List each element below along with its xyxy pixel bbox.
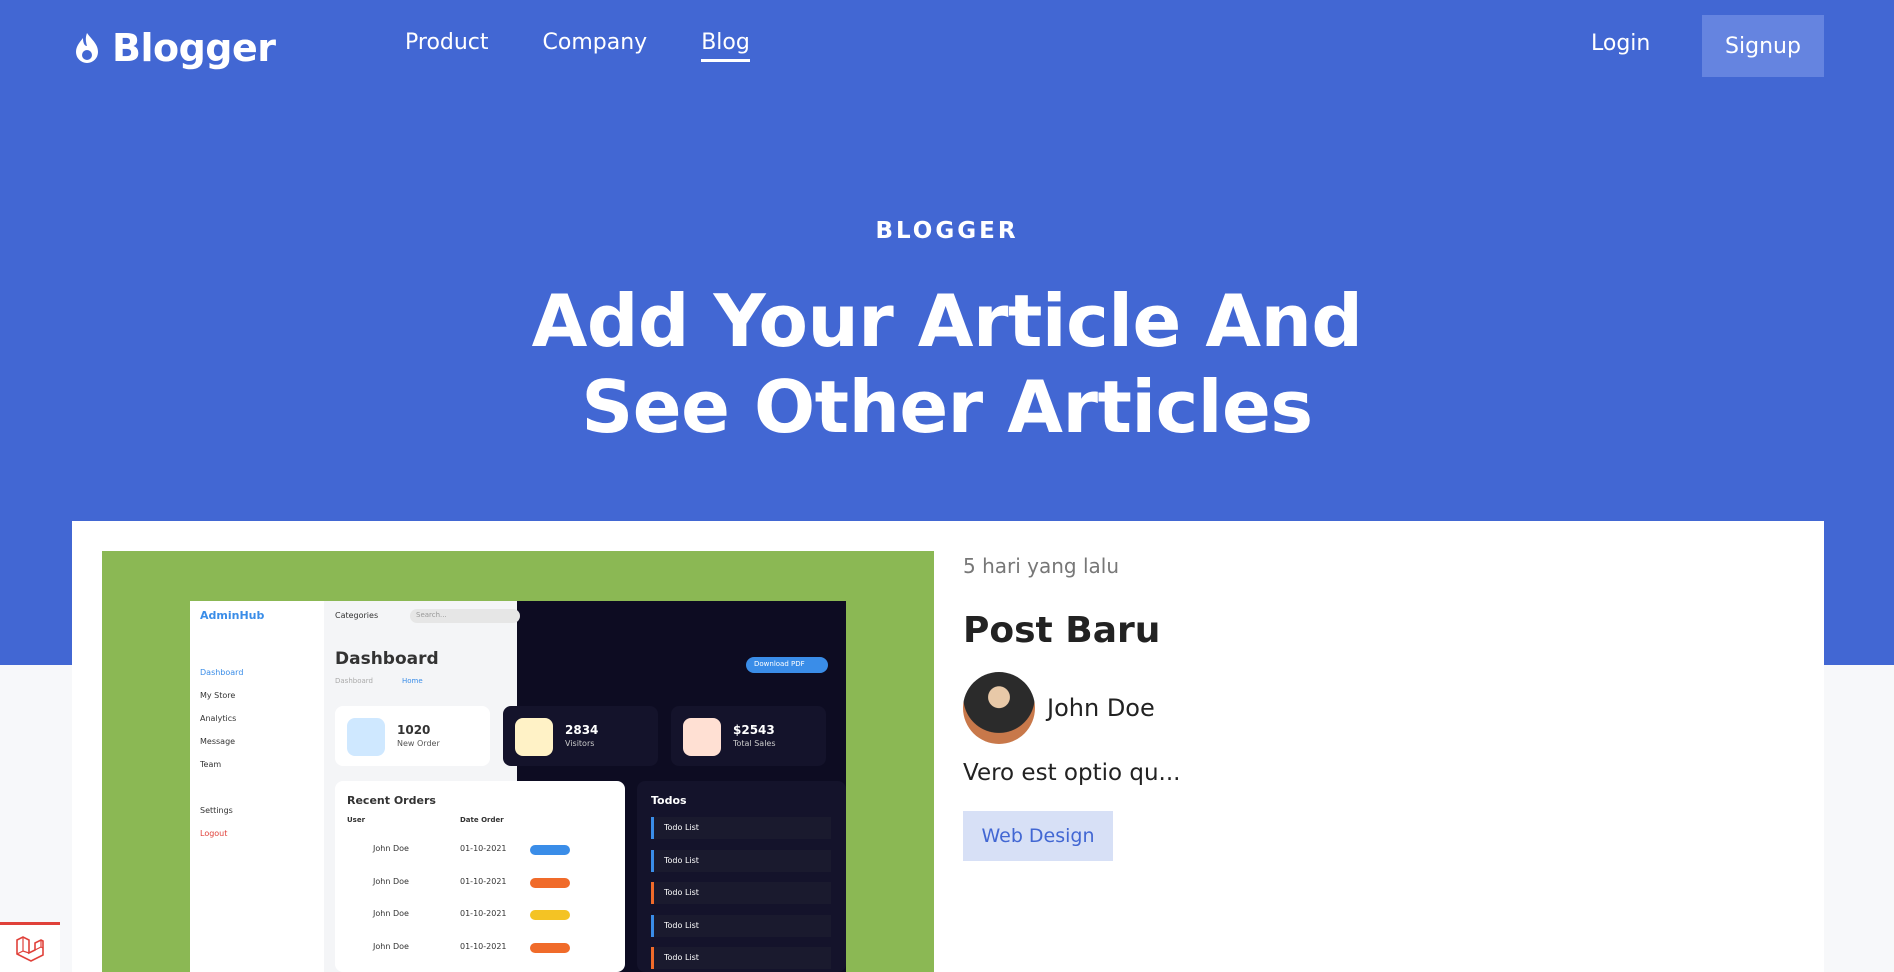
- mockup-todos-panel: [637, 781, 846, 972]
- mockup-crumb: Dashboard: [335, 677, 373, 685]
- mockup-todo-item: Todo List: [651, 882, 831, 904]
- mockup-stat-label: Total Sales: [733, 739, 776, 748]
- mockup-order-user: John Doe: [373, 909, 409, 918]
- mockup-status-pill: [530, 910, 570, 920]
- mockup-status-pill: [530, 878, 570, 888]
- post-author[interactable]: John Doe: [963, 672, 1155, 744]
- brand-logo[interactable]: Blogger: [74, 26, 276, 70]
- nav-link-blog[interactable]: Blog: [701, 30, 750, 62]
- mockup-orders-title: Recent Orders: [347, 794, 436, 807]
- mockup-sidebar-item: Settings: [200, 806, 233, 815]
- post-excerpt: Vero est optio qu...: [963, 760, 1181, 786]
- avatar: [963, 672, 1035, 744]
- mockup-sidebar-item: My Store: [200, 691, 236, 700]
- mockup-stat-label: New Order: [397, 739, 440, 748]
- laravel-logo-icon: [16, 935, 44, 962]
- author-name: John Doe: [1047, 694, 1155, 722]
- signup-button[interactable]: Signup: [1702, 15, 1824, 77]
- mockup-order-user: John Doe: [373, 844, 409, 853]
- mockup-search: Search...: [410, 609, 520, 623]
- post-title[interactable]: Post Baru: [963, 610, 1160, 651]
- mockup-stat-label: Visitors: [565, 739, 595, 748]
- mockup-stat-value: $2543: [733, 723, 775, 737]
- category-tag[interactable]: Web Design: [963, 811, 1113, 861]
- hero-title-line-1: Add Your Article And: [531, 279, 1363, 363]
- mockup-status-pill: [530, 943, 570, 953]
- post-card[interactable]: AdminHub Dashboard My Store Analytics Me…: [72, 521, 1824, 972]
- mockup-col-header: Date Order: [460, 816, 504, 824]
- mockup-todos-title: Todos: [651, 794, 687, 807]
- mockup-order-user: John Doe: [373, 877, 409, 886]
- thumbnail-dashboard-mockup: AdminHub Dashboard My Store Analytics Me…: [190, 601, 846, 972]
- mockup-sidebar-item: Logout: [200, 829, 228, 838]
- mockup-order-date: 01-10-2021: [460, 844, 507, 853]
- mockup-stat-icon: [683, 718, 721, 756]
- mockup-sidebar-item: Message: [200, 737, 236, 746]
- hero-eyebrow: BLOGGER: [875, 218, 1019, 244]
- mockup-order-date: 01-10-2021: [460, 909, 507, 918]
- mockup-brand: AdminHub: [200, 609, 265, 622]
- nav-link-company[interactable]: Company: [543, 30, 648, 62]
- login-link[interactable]: Login: [1591, 31, 1650, 56]
- mockup-col-header: Status: [530, 816, 556, 824]
- mockup-todo-item: Todo List: [651, 817, 831, 839]
- laravel-icon[interactable]: [0, 922, 60, 972]
- top-navbar: Blogger Product Company Blog Login Signu…: [0, 0, 1894, 94]
- mockup-sidebar-item: Dashboard: [200, 668, 244, 677]
- mockup-download-button: Download PDF: [746, 657, 828, 673]
- hero-title: Add Your Article And See Other Articles: [0, 278, 1894, 450]
- mockup-order-date: 01-10-2021: [460, 877, 507, 886]
- mockup-col-header: User: [347, 816, 366, 824]
- mockup-crumb: Home: [402, 677, 423, 685]
- mockup-stat-icon: [347, 718, 385, 756]
- mockup-todo-item: Todo List: [651, 915, 831, 937]
- mockup-todo-item: Todo List: [651, 947, 831, 969]
- mockup-stat-icon: [515, 718, 553, 756]
- mockup-order-date: 01-10-2021: [460, 942, 507, 951]
- mockup-title: Dashboard: [335, 649, 439, 669]
- mockup-stat-value: 2834: [565, 723, 599, 737]
- nav-links: Product Company Blog: [405, 30, 750, 62]
- mockup-sidebar-item: Team: [200, 760, 222, 769]
- mockup-stat-value: 1020: [397, 723, 431, 737]
- mockup-order-user: John Doe: [373, 942, 409, 951]
- mockup-todo-item: Todo List: [651, 850, 831, 872]
- brand-name: Blogger: [112, 26, 276, 70]
- mockup-sidebar: AdminHub Dashboard My Store Analytics Me…: [190, 601, 324, 972]
- nav-link-product[interactable]: Product: [405, 30, 489, 62]
- hero-title-line-2: See Other Articles: [581, 365, 1313, 449]
- mockup-categories: Categories: [335, 611, 379, 620]
- flame-icon: [76, 33, 98, 63]
- mockup-status-pill: [530, 845, 570, 855]
- post-time: 5 hari yang lalu: [963, 554, 1120, 578]
- post-thumbnail[interactable]: AdminHub Dashboard My Store Analytics Me…: [102, 551, 934, 972]
- mockup-sidebar-item: Analytics: [200, 714, 237, 723]
